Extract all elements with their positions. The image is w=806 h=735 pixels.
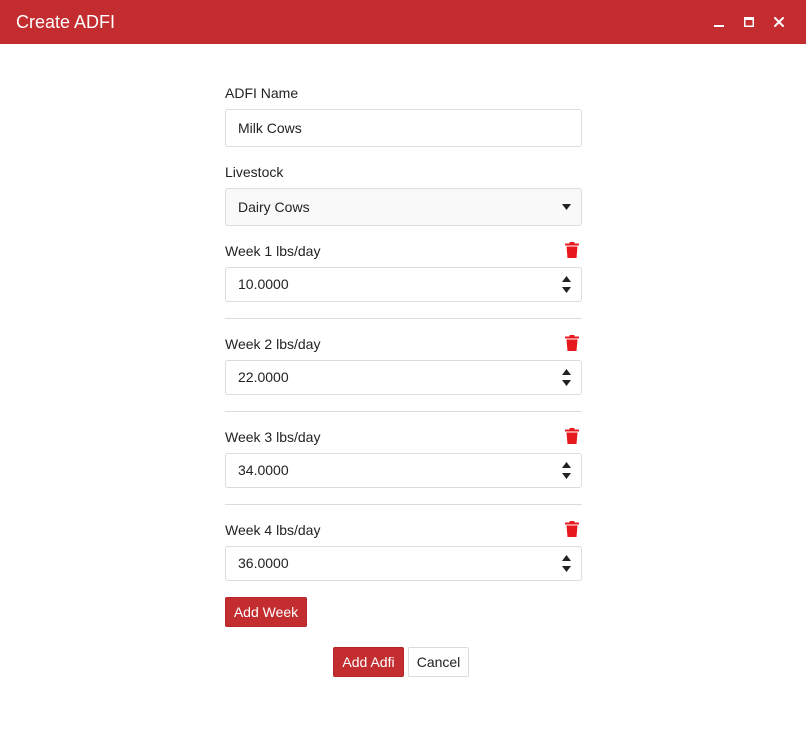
- week-divider: [225, 411, 582, 412]
- trash-icon[interactable]: [565, 242, 579, 258]
- spin-down-icon[interactable]: [562, 380, 571, 386]
- week-value-input[interactable]: 34.0000: [225, 453, 582, 488]
- week-label: Week 3 lbs/day: [225, 429, 321, 445]
- close-icon: [774, 17, 784, 27]
- spin-down-icon[interactable]: [562, 566, 571, 572]
- number-spinner[interactable]: [561, 274, 573, 296]
- chevron-down-icon: [562, 204, 571, 210]
- spin-down-icon[interactable]: [562, 287, 571, 293]
- minimize-icon: [714, 25, 724, 27]
- week-divider: [225, 504, 582, 505]
- dialog-titlebar: Create ADFI: [0, 0, 806, 44]
- trash-icon[interactable]: [565, 428, 579, 444]
- maximize-icon: [744, 17, 754, 27]
- spin-up-icon[interactable]: [562, 369, 571, 375]
- trash-icon[interactable]: [565, 335, 579, 351]
- number-spinner[interactable]: [561, 460, 573, 482]
- trash-icon[interactable]: [565, 521, 579, 537]
- cancel-button[interactable]: Cancel: [408, 647, 469, 677]
- adfi-name-input[interactable]: Milk Cows: [225, 109, 582, 147]
- spin-up-icon[interactable]: [562, 276, 571, 282]
- adfi-name-label: ADFI Name: [225, 85, 299, 101]
- minimize-button[interactable]: [709, 12, 729, 32]
- week-value-input[interactable]: 22.0000: [225, 360, 582, 395]
- spin-up-icon[interactable]: [562, 462, 571, 468]
- livestock-select-value: Dairy Cows: [238, 199, 310, 215]
- week-divider: [225, 318, 582, 319]
- spin-up-icon[interactable]: [562, 555, 571, 561]
- add-adfi-button[interactable]: Add Adfi: [333, 647, 404, 677]
- add-week-button[interactable]: Add Week: [225, 597, 307, 627]
- week-value: 10.0000: [238, 276, 289, 292]
- week-value-input[interactable]: 36.0000: [225, 546, 582, 581]
- week-label: Week 2 lbs/day: [225, 336, 321, 352]
- number-spinner[interactable]: [561, 367, 573, 389]
- spin-down-icon[interactable]: [562, 473, 571, 479]
- week-value: 34.0000: [238, 462, 289, 478]
- number-spinner[interactable]: [561, 553, 573, 575]
- week-label: Week 4 lbs/day: [225, 522, 321, 538]
- week-value-input[interactable]: 10.0000: [225, 267, 582, 302]
- week-value: 22.0000: [238, 369, 289, 385]
- week-value: 36.0000: [238, 555, 289, 571]
- close-button[interactable]: [769, 12, 789, 32]
- maximize-button[interactable]: [739, 12, 759, 32]
- dialog-title: Create ADFI: [16, 12, 116, 32]
- week-label: Week 1 lbs/day: [225, 243, 321, 259]
- livestock-select[interactable]: Dairy Cows: [225, 188, 582, 226]
- livestock-label: Livestock: [225, 164, 284, 180]
